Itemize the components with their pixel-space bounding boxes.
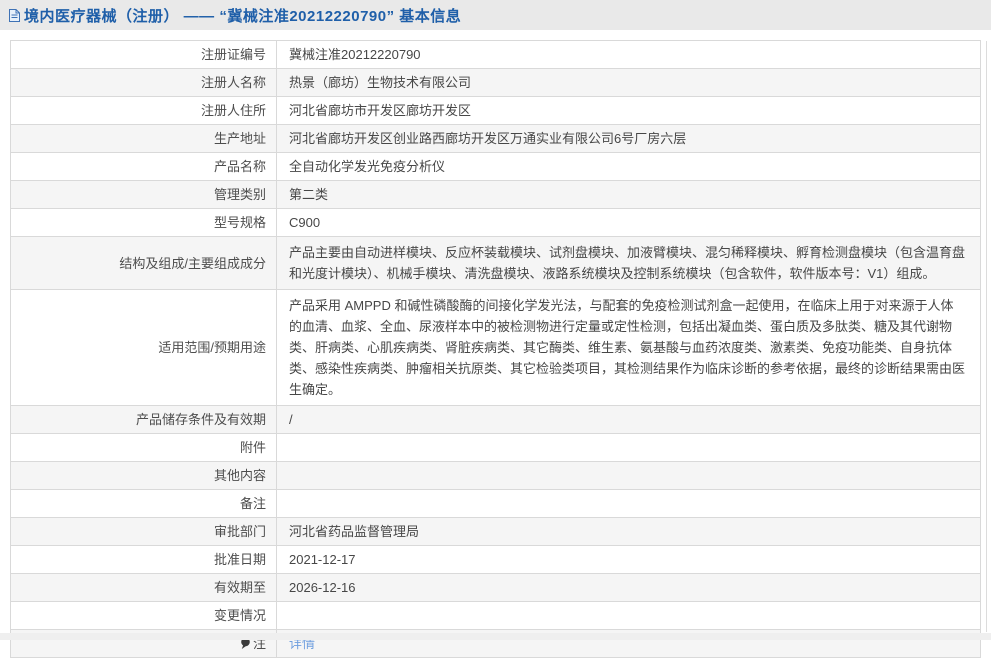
- field-value: 第二类: [277, 181, 981, 209]
- field-label: 注册证编号: [11, 41, 277, 69]
- table-row-structure-composition: 结构及组成/主要组成成分 产品主要由自动进样模块、反应杯装载模块、试剂盘模块、加…: [11, 237, 981, 290]
- table-row-valid-until: 有效期至 2026-12-16: [11, 574, 981, 602]
- field-value: /: [277, 406, 981, 434]
- footer-band: [0, 633, 991, 640]
- field-value: 河北省药品监督管理局: [277, 518, 981, 546]
- field-label: 注册人住所: [11, 97, 277, 125]
- field-value: 产品主要由自动进样模块、反应杯装载模块、试剂盘模块、加液臂模块、混匀稀释模块、孵…: [277, 237, 981, 290]
- field-value: 2026-12-16: [277, 574, 981, 602]
- field-value: 2021-12-17: [277, 546, 981, 574]
- field-label: 批准日期: [11, 546, 277, 574]
- table-row-change-status: 变更情况: [11, 602, 981, 630]
- table-row-storage-validity: 产品储存条件及有效期 /: [11, 406, 981, 434]
- table-row-model-spec: 型号规格 C900: [11, 209, 981, 237]
- field-label: 附件: [11, 434, 277, 462]
- table-row-registrant-name: 注册人名称 热景（廊坊）生物技术有限公司: [11, 69, 981, 97]
- page-title: 境内医疗器械（注册） —— “冀械注准20212220790” 基本信息: [24, 5, 461, 26]
- field-label: 管理类别: [11, 181, 277, 209]
- document-icon: [8, 8, 21, 23]
- table-row-approval-department: 审批部门 河北省药品监督管理局: [11, 518, 981, 546]
- table-row-attachment: 附件: [11, 434, 981, 462]
- table-row-product-name: 产品名称 全自动化学发光免疫分析仪: [11, 153, 981, 181]
- field-value: [277, 490, 981, 518]
- field-value: 全自动化学发光免疫分析仪: [277, 153, 981, 181]
- table-row-registrant-address: 注册人住所 河北省廊坊市开发区廊坊开发区: [11, 97, 981, 125]
- field-value: 产品采用 AMPPD 和碱性磷酸酶的间接化学发光法，与配套的免疫检测试剂盒一起使…: [277, 290, 981, 406]
- table-row-production-address: 生产地址 河北省廊坊开发区创业路西廊坊开发区万通实业有限公司6号厂房六层: [11, 125, 981, 153]
- table-row-management-class: 管理类别 第二类: [11, 181, 981, 209]
- field-label: 其他内容: [11, 462, 277, 490]
- field-label: 产品储存条件及有效期: [11, 406, 277, 434]
- table-row-registration-number: 注册证编号 冀械注准20212220790: [11, 41, 981, 69]
- table-row-intended-use: 适用范围/预期用途 产品采用 AMPPD 和碱性磷酸酶的间接化学发光法，与配套的…: [11, 290, 981, 406]
- field-label: 生产地址: [11, 125, 277, 153]
- field-label: 备注: [11, 490, 277, 518]
- field-label: 注册人名称: [11, 69, 277, 97]
- table-row-other-content: 其他内容: [11, 462, 981, 490]
- field-value: [277, 462, 981, 490]
- field-label: 产品名称: [11, 153, 277, 181]
- field-value: [277, 602, 981, 630]
- field-label: 有效期至: [11, 574, 277, 602]
- field-value: C900: [277, 209, 981, 237]
- field-value: 冀械注准20212220790: [277, 41, 981, 69]
- page-header: 境内医疗器械（注册） —— “冀械注准20212220790” 基本信息: [0, 0, 991, 30]
- field-value: 河北省廊坊市开发区廊坊开发区: [277, 97, 981, 125]
- table-row-remarks: 备注: [11, 490, 981, 518]
- table-row-approval-date: 批准日期 2021-12-17: [11, 546, 981, 574]
- right-edge-line: [986, 41, 987, 632]
- field-label: 审批部门: [11, 518, 277, 546]
- registration-info-table: 注册证编号 冀械注准20212220790 注册人名称 热景（廊坊）生物技术有限…: [10, 40, 981, 658]
- field-label: 变更情况: [11, 602, 277, 630]
- field-value: 河北省廊坊开发区创业路西廊坊开发区万通实业有限公司6号厂房六层: [277, 125, 981, 153]
- field-label: 适用范围/预期用途: [11, 290, 277, 406]
- field-value: [277, 434, 981, 462]
- field-label: 型号规格: [11, 209, 277, 237]
- field-value: 热景（廊坊）生物技术有限公司: [277, 69, 981, 97]
- field-label: 结构及组成/主要组成成分: [11, 237, 277, 290]
